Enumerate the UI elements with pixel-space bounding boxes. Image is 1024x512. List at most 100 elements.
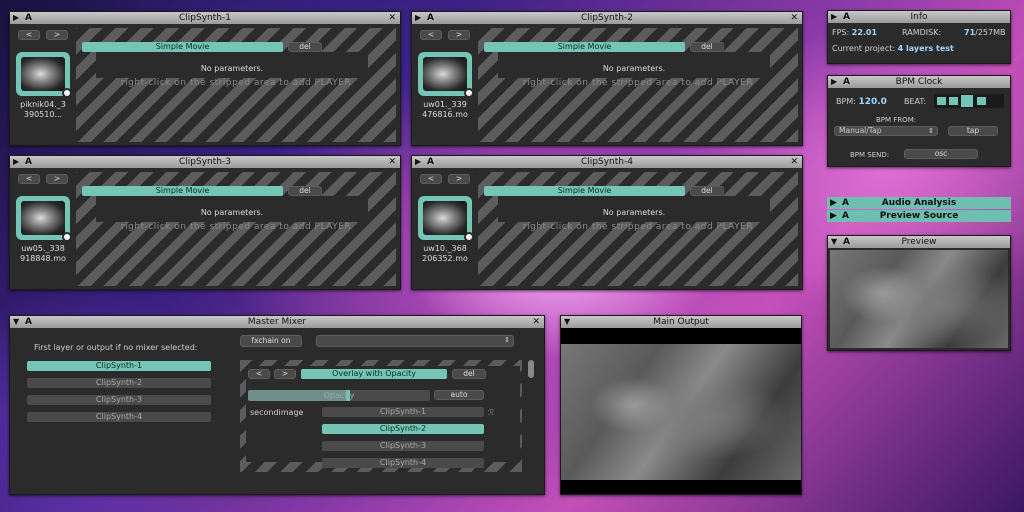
window-titlebar[interactable]: ▶ A ClipSynth-3 ✕ bbox=[10, 156, 400, 168]
window-title: ClipSynth-2 bbox=[581, 13, 633, 23]
scrollbar-thumb[interactable] bbox=[528, 360, 534, 378]
clip-thumbnail[interactable] bbox=[16, 52, 72, 98]
no-parameters-text: No parameters. bbox=[200, 64, 264, 73]
window-titlebar[interactable]: ▶ A ClipSynth-4 ✕ bbox=[412, 156, 802, 168]
window-a-label: A bbox=[843, 12, 850, 22]
secondimage-option-1[interactable]: ClipSynth-1 bbox=[322, 407, 484, 417]
delete-button[interactable]: del bbox=[288, 42, 322, 52]
opacity-slider[interactable]: Opacity bbox=[248, 390, 430, 401]
collapse-triangle-icon[interactable]: ▼ bbox=[564, 316, 570, 328]
add-player-hint: right-click on the stripped area to add … bbox=[120, 222, 352, 232]
mixer-effect-label[interactable]: Overlay with Opacity bbox=[301, 369, 447, 379]
next-button[interactable]: > bbox=[448, 174, 470, 184]
prev-button[interactable]: < bbox=[248, 369, 270, 379]
window-a-label: A bbox=[25, 13, 32, 23]
expand-triangle-icon[interactable]: ▶ bbox=[830, 197, 837, 209]
window-titlebar[interactable]: ▼ A Master Mixer ✕ bbox=[10, 316, 544, 328]
no-parameters-text: No parameters. bbox=[602, 208, 666, 217]
collapse-triangle-icon[interactable]: ▶ bbox=[831, 11, 837, 23]
prev-button[interactable]: < bbox=[420, 174, 442, 184]
window-title: Preview bbox=[901, 237, 937, 247]
window-a-label: A bbox=[843, 237, 850, 247]
next-button[interactable]: > bbox=[46, 30, 68, 40]
effect-label[interactable]: Simple Movie bbox=[484, 186, 685, 196]
secondimage-option-4[interactable]: ClipSynth-4 bbox=[322, 458, 484, 468]
play-indicator-icon[interactable] bbox=[62, 88, 72, 98]
layer-item-1[interactable]: ClipSynth-1 bbox=[27, 361, 211, 371]
layer-item-4[interactable]: ClipSynth-4 bbox=[27, 412, 211, 422]
preview-source-header[interactable]: ▶ A Preview Source bbox=[827, 210, 1011, 222]
window-titlebar[interactable]: ▶ A Info bbox=[828, 11, 1010, 23]
collapse-triangle-icon[interactable]: ▶ bbox=[831, 76, 837, 88]
close-icon[interactable]: ✕ bbox=[388, 156, 396, 168]
collapse-triangle-icon[interactable]: ▶ bbox=[13, 12, 19, 24]
window-titlebar[interactable]: ▶ A BPM Clock bbox=[828, 76, 1010, 88]
delete-button[interactable]: del bbox=[288, 186, 322, 196]
auto-button[interactable]: auto bbox=[434, 390, 484, 400]
expand-triangle-icon[interactable]: ▶ bbox=[830, 210, 837, 222]
bpm-source-select[interactable]: Manual/Tap ⇕ bbox=[834, 126, 938, 136]
window-title: ClipSynth-4 bbox=[581, 157, 633, 167]
tap-button[interactable]: tap bbox=[948, 126, 998, 136]
close-icon[interactable]: ✕ bbox=[532, 316, 540, 328]
collapse-triangle-icon[interactable]: ▶ bbox=[13, 156, 19, 168]
add-player-hint: right-click on the stripped area to add … bbox=[120, 78, 352, 88]
play-indicator-icon[interactable] bbox=[464, 232, 474, 242]
window-titlebar[interactable]: ▶ A ClipSynth-1 ✕ bbox=[10, 12, 400, 24]
clip-thumbnail[interactable] bbox=[418, 52, 474, 98]
preview-video bbox=[830, 250, 1008, 348]
prev-button[interactable]: < bbox=[18, 174, 40, 184]
delete-button[interactable]: del bbox=[690, 186, 724, 196]
ramdisk-used: 71 bbox=[964, 28, 976, 37]
no-parameters-text: No parameters. bbox=[200, 208, 264, 217]
prev-button[interactable]: < bbox=[18, 30, 40, 40]
play-indicator-icon[interactable] bbox=[62, 232, 72, 242]
project-name: 4 layers test bbox=[897, 44, 954, 53]
close-icon[interactable]: ✕ bbox=[790, 156, 798, 168]
master-mixer-window: ▼ A Master Mixer ✕ First layer or output… bbox=[9, 315, 545, 495]
first-layer-label: First layer or output if no mixer select… bbox=[34, 343, 198, 352]
collapse-triangle-icon[interactable]: ▼ bbox=[831, 236, 837, 248]
collapse-triangle-icon[interactable]: ▶ bbox=[415, 12, 421, 24]
clip-filename: piknik04._3 390510... bbox=[20, 100, 66, 119]
window-titlebar[interactable]: ▶ A ClipSynth-2 ✕ bbox=[412, 12, 802, 24]
beat-cell bbox=[949, 97, 958, 105]
close-icon[interactable]: ✕ bbox=[790, 12, 798, 24]
project-readout: Current project: 4 layers test bbox=[832, 44, 954, 53]
clip-thumbnail[interactable] bbox=[16, 196, 72, 242]
audio-analysis-header[interactable]: ▶ A Audio Analysis bbox=[827, 197, 1011, 209]
bpm-source-value: Manual/Tap bbox=[839, 126, 882, 135]
collapse-triangle-icon[interactable]: ▼ bbox=[13, 316, 19, 328]
delete-button[interactable]: del bbox=[690, 42, 724, 52]
osc-button[interactable]: osc bbox=[904, 149, 978, 159]
secondimage-label: secondimage bbox=[250, 408, 304, 417]
layer-item-3[interactable]: ClipSynth-3 bbox=[27, 395, 211, 405]
delete-button[interactable]: del bbox=[452, 369, 486, 379]
layer-item-2[interactable]: ClipSynth-2 bbox=[27, 378, 211, 388]
next-button[interactable]: > bbox=[46, 174, 68, 184]
window-a-label: A bbox=[842, 198, 849, 208]
ramdisk-total: /257MB bbox=[975, 28, 1006, 37]
play-indicator-icon[interactable] bbox=[464, 88, 474, 98]
collapse-triangle-icon[interactable]: ▶ bbox=[415, 156, 421, 168]
video-thumbnail bbox=[21, 201, 65, 235]
fxchain-button[interactable]: fxchain on bbox=[240, 335, 302, 347]
effect-label[interactable]: Simple Movie bbox=[82, 186, 283, 196]
next-button[interactable]: > bbox=[448, 30, 470, 40]
secondimage-option-2[interactable]: ClipSynth-2 bbox=[322, 424, 484, 434]
clip-thumbnail[interactable] bbox=[418, 196, 474, 242]
window-titlebar[interactable]: ▼ Main Output bbox=[561, 316, 801, 328]
window-titlebar[interactable]: ▼ A Preview bbox=[828, 236, 1010, 248]
bpm-value: 120.0 bbox=[858, 97, 887, 107]
secondimage-option-3[interactable]: ClipSynth-3 bbox=[322, 441, 484, 451]
window-title: BPM Clock bbox=[895, 77, 943, 87]
bpm-readout: BPM: 120.0 bbox=[836, 97, 887, 107]
effect-label[interactable]: Simple Movie bbox=[484, 42, 685, 52]
next-button[interactable]: > bbox=[274, 369, 296, 379]
prev-button[interactable]: < bbox=[420, 30, 442, 40]
video-thumbnail bbox=[21, 57, 65, 91]
effect-label[interactable]: Simple Movie bbox=[82, 42, 283, 52]
close-icon[interactable]: ✕ bbox=[388, 12, 396, 24]
window-title: Preview Source bbox=[879, 211, 959, 221]
fxchain-select[interactable]: ⇕ bbox=[316, 335, 514, 347]
